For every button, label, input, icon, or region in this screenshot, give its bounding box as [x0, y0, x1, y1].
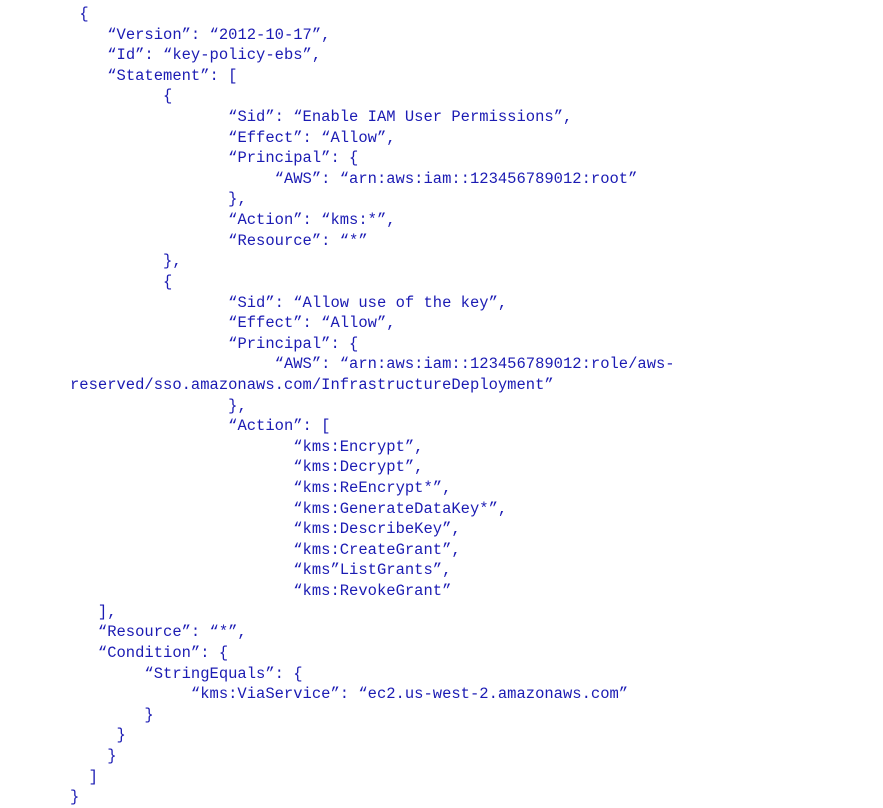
- code-line: ]: [70, 768, 98, 786]
- code-line: “kms:ReEncrypt*”,: [70, 479, 451, 497]
- code-line: “Version”: “2012-10-17”,: [70, 26, 330, 44]
- code-line: “kms:Decrypt”,: [70, 458, 423, 476]
- code-line: “Statement”: [: [70, 67, 237, 85]
- code-line: “AWS”: “arn:aws:iam::123456789012:root”: [70, 170, 637, 188]
- code-line: {: [70, 273, 172, 291]
- code-line: }: [70, 706, 154, 724]
- code-line: “kms:RevokeGrant”: [70, 582, 451, 600]
- code-line: “Action”: “kms:*”,: [70, 211, 396, 229]
- code-line: “AWS”: “arn:aws:iam::123456789012:role/a…: [70, 355, 675, 394]
- code-line: “Principal”: {: [70, 335, 358, 353]
- code-line: {: [70, 87, 172, 105]
- code-line: “kms”ListGrants”,: [70, 561, 451, 579]
- code-line: “Action”: [: [70, 417, 330, 435]
- code-line: },: [70, 252, 182, 270]
- code-line: “kms:DescribeKey”,: [70, 520, 461, 538]
- code-line: },: [70, 190, 247, 208]
- code-line: “Sid”: “Enable IAM User Permissions”,: [70, 108, 572, 126]
- code-line: “Effect”: “Allow”,: [70, 129, 396, 147]
- code-line: {: [70, 5, 89, 23]
- code-line: “kms:CreateGrant”,: [70, 541, 461, 559]
- code-line: ],: [70, 603, 117, 621]
- code-line: “StringEquals”: {: [70, 665, 303, 683]
- code-line: “Id”: “key-policy-ebs”,: [70, 46, 321, 64]
- code-line: “kms:Encrypt”,: [70, 438, 423, 456]
- code-line: }: [70, 726, 126, 744]
- code-block: { “Version”: “2012-10-17”, “Id”: “key-po…: [0, 4, 883, 808]
- code-line: “Sid”: “Allow use of the key”,: [70, 294, 507, 312]
- code-line: “Condition”: {: [70, 644, 228, 662]
- code-line: “Principal”: {: [70, 149, 358, 167]
- code-line: “Resource”: “*”,: [70, 623, 247, 641]
- code-line: }: [70, 788, 79, 806]
- code-line: “kms:GenerateDataKey*”,: [70, 500, 507, 518]
- code-line: “Effect”: “Allow”,: [70, 314, 396, 332]
- code-line: },: [70, 397, 247, 415]
- code-line: “Resource”: “*”: [70, 232, 368, 250]
- code-line: }: [70, 747, 117, 765]
- code-line: “kms:ViaService”: “ec2.us-west-2.amazona…: [70, 685, 628, 703]
